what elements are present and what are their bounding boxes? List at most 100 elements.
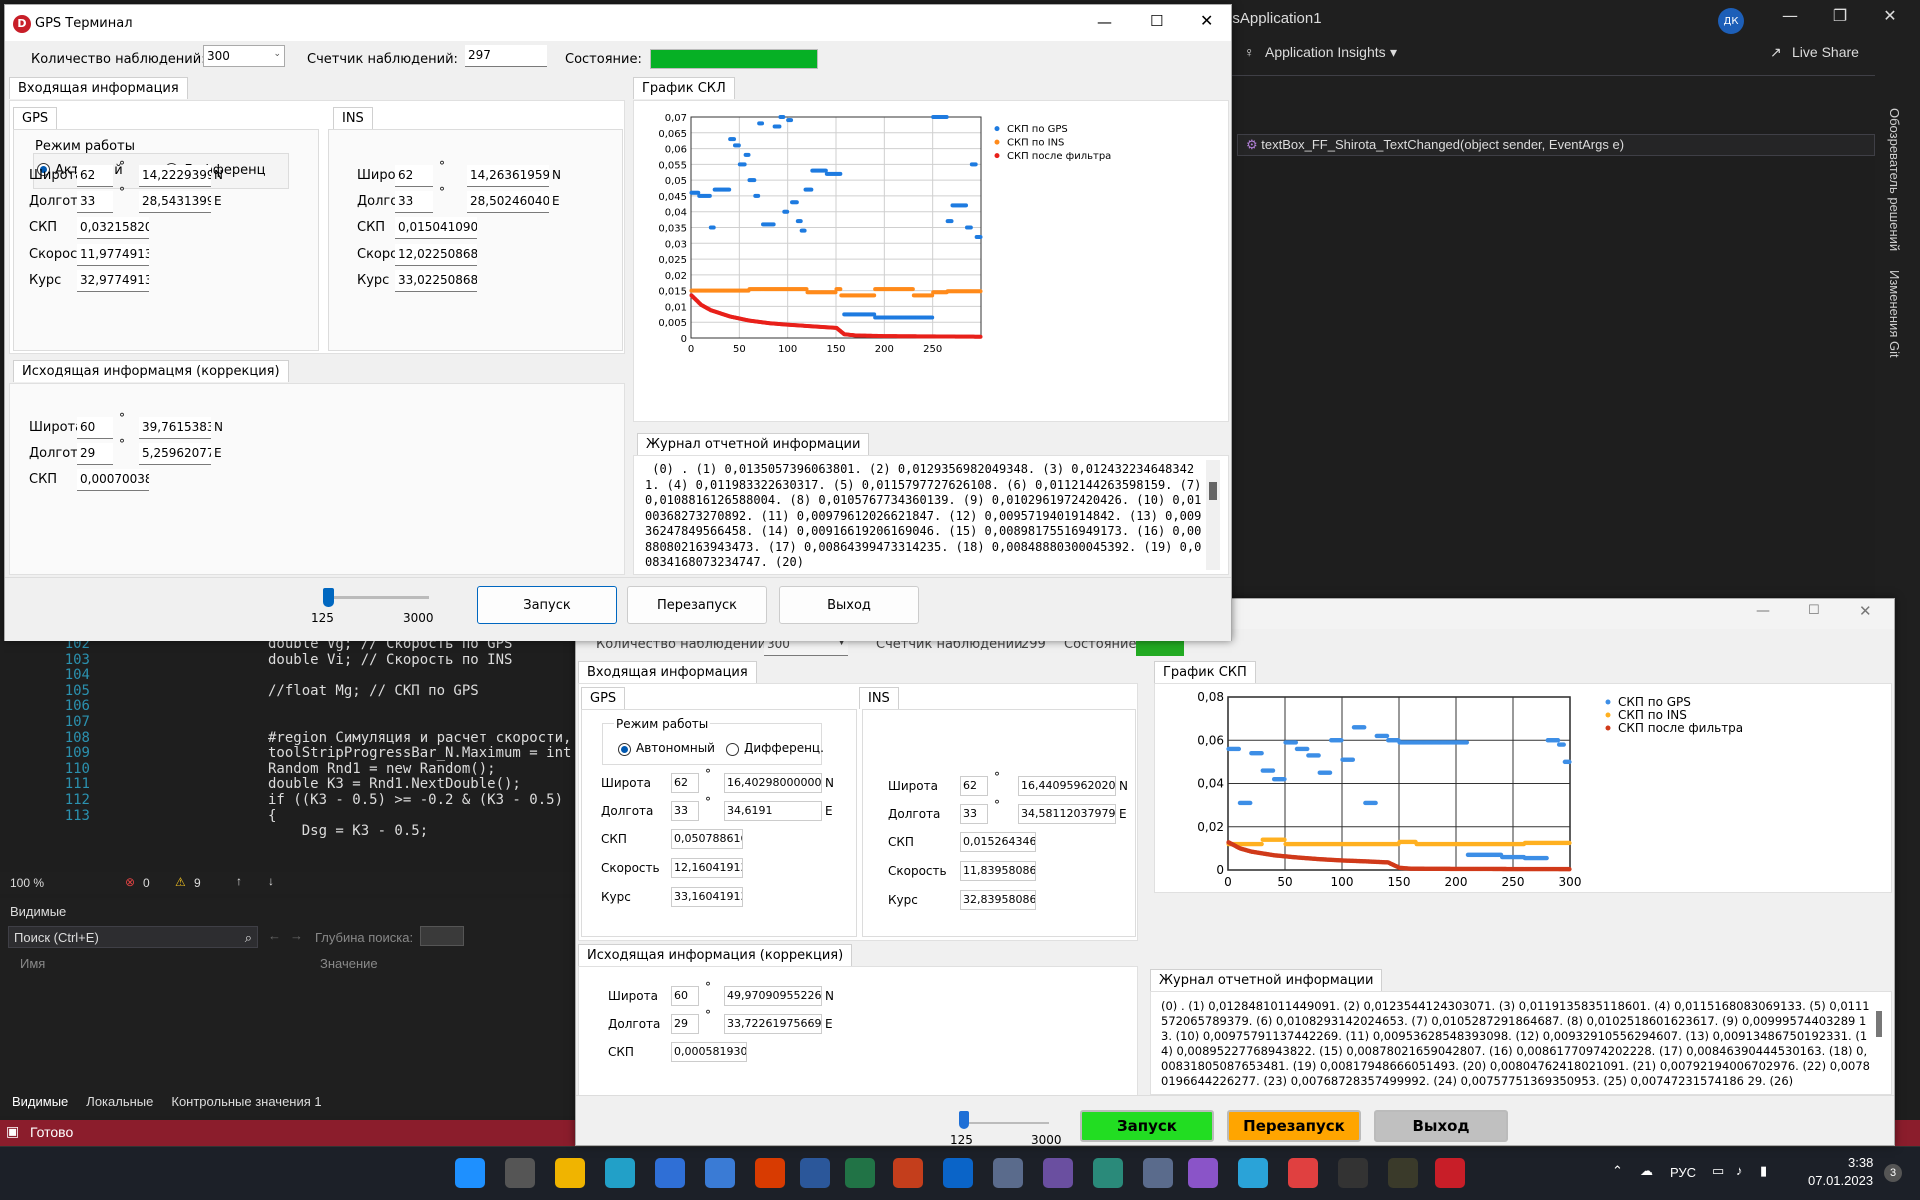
maximize-icon[interactable]: ☐ (1150, 12, 1163, 30)
minimize-icon[interactable]: — (1770, 6, 1810, 25)
code-line[interactable]: Random Rnd1 = new Random(); (268, 761, 496, 777)
app-icon-1[interactable] (993, 1158, 1023, 1188)
close-icon[interactable]: ✕ (1200, 11, 1213, 30)
start-button[interactable]: Запуск (1080, 1110, 1214, 1142)
forward-icon[interactable]: → (290, 928, 303, 943)
tab-ins[interactable]: INS (859, 687, 899, 709)
clock-date[interactable]: 07.01.2023 (1808, 1173, 1873, 1188)
warning-count[interactable]: 9 (194, 876, 201, 890)
code-line[interactable]: if ((K3 - 0.5) >= -0.2 & (K3 - 0.5) (268, 792, 563, 808)
side-tab-solution-explorer[interactable]: Обозреватель решений (1887, 108, 1902, 251)
app-icon-8[interactable] (1388, 1158, 1418, 1188)
powerpoint-icon[interactable] (893, 1158, 923, 1188)
out-lon-degrees-field[interactable]: 29 (671, 1014, 699, 1034)
ins-speed-field[interactable]: 12,022508689 (395, 244, 477, 266)
notification-badge[interactable]: 3 (1884, 1164, 1902, 1182)
paint-icon[interactable] (705, 1158, 735, 1188)
out-lon-minutes-field[interactable]: 5,2596207779 (139, 443, 211, 465)
ins-lat-degrees-field[interactable]: 62 (960, 776, 988, 796)
word-icon[interactable] (800, 1158, 830, 1188)
tab-chart[interactable]: График СКП (1154, 661, 1256, 683)
watch-search-input[interactable]: Поиск (Ctrl+E) ⌕ (8, 926, 258, 948)
out-lat-degrees-field[interactable]: 60 (77, 417, 113, 439)
code-line[interactable]: Dsg = K3 - 0.5; (268, 823, 428, 839)
search-depth-select[interactable] (420, 926, 464, 946)
start-button[interactable]: Запуск (477, 586, 617, 624)
slider-track[interactable] (959, 1122, 1049, 1124)
app-icon-6[interactable] (1288, 1158, 1318, 1188)
tab-gps[interactable]: GPS (13, 107, 58, 129)
out-skp-field[interactable]: 0,0007003806 (77, 469, 149, 491)
tab-outgoing[interactable]: Исходящая информация (коррекция) (578, 944, 853, 966)
menu-app-insights[interactable]: Application Insights (1265, 44, 1386, 60)
tab-visible[interactable]: Видимые (12, 1094, 68, 1112)
gps-lon-degrees-field[interactable]: 33 (77, 191, 113, 213)
obs-count-select[interactable]: 300 ⌄ (203, 45, 285, 67)
tray-up-icon[interactable]: ⌃ (1612, 1163, 1623, 1179)
app-icon-4[interactable] (1143, 1158, 1173, 1188)
ins-lat-minutes-field[interactable]: 14,263619593 (467, 165, 549, 187)
ins-lon-degrees-field[interactable]: 33 (395, 191, 433, 213)
code-line[interactable]: double Vi; // Скорость по INS (268, 652, 512, 668)
gps-lat-minutes-field[interactable]: 16,40298000000 (724, 773, 822, 793)
gps-lat-minutes-field[interactable]: 14,222939999 (139, 165, 211, 187)
out-lat-minutes-field[interactable]: 39,761538386 (139, 417, 211, 439)
tab-chart[interactable]: График СКЛ (633, 77, 735, 99)
code-line[interactable]: #region Симуляция и расчет скорости, (268, 730, 571, 746)
slider-track[interactable] (323, 596, 429, 599)
tab-log[interactable]: Журнал отчетной информации (1150, 969, 1383, 991)
error-count[interactable]: 0 (143, 876, 150, 890)
gps-app-icon[interactable] (1435, 1158, 1465, 1188)
gps-lat-degrees-field[interactable]: 62 (77, 165, 113, 187)
app-icon-7[interactable] (1338, 1158, 1368, 1188)
ins-speed-field[interactable]: 11,83958086 (960, 861, 1036, 881)
volume-icon[interactable]: ♪ (1736, 1163, 1743, 1178)
gps-course-field[interactable]: 33,16041913 (671, 887, 743, 907)
edge-icon[interactable] (605, 1158, 635, 1188)
menu-live-share[interactable]: Live Share (1792, 44, 1859, 60)
side-tab-git-changes[interactable]: Изменения Git (1887, 270, 1902, 358)
code-line[interactable]: { (268, 808, 276, 824)
mode-diff-radio[interactable] (726, 743, 739, 756)
close-icon[interactable]: ✕ (1870, 6, 1910, 25)
ins-lat-minutes-field[interactable]: 16,44095962020 (1018, 776, 1116, 796)
tab-watch1[interactable]: Контрольные значения 1 (171, 1094, 321, 1112)
arrow-up-icon[interactable]: ↑ (236, 874, 242, 888)
zoom-level[interactable]: 100 % (10, 876, 44, 890)
excel-icon[interactable] (845, 1158, 875, 1188)
out-skp-field[interactable]: 0,00058193071 (671, 1042, 747, 1062)
outlook-icon[interactable] (943, 1158, 973, 1188)
ins-lat-degrees-field[interactable]: 62 (395, 165, 433, 187)
gps-lon-degrees-field[interactable]: 33 (671, 801, 699, 821)
ins-course-field[interactable]: 32,83958086 (960, 890, 1036, 910)
office-icon[interactable] (755, 1158, 785, 1188)
close-icon[interactable]: ✕ (1859, 602, 1872, 620)
app-icon-2[interactable] (1043, 1158, 1073, 1188)
slider-thumb[interactable] (958, 1111, 969, 1129)
tab-outgoing[interactable]: Исходящая информацмя (коррекция) (13, 360, 289, 382)
ins-lon-minutes-field[interactable]: 28,502460406 (467, 191, 549, 213)
visual-studio-icon[interactable] (1188, 1158, 1218, 1188)
maximize-icon[interactable]: ☐ (1808, 603, 1820, 618)
ins-lon-degrees-field[interactable]: 33 (960, 804, 988, 824)
arrow-down-icon[interactable]: ↓ (268, 874, 274, 888)
ins-skp-field[interactable]: 0,0150410903 (395, 217, 477, 239)
tab-log[interactable]: Журнал отчетной информации (637, 433, 870, 455)
out-lat-degrees-field[interactable]: 60 (671, 986, 699, 1006)
ins-lon-minutes-field[interactable]: 34,58112037979 (1018, 804, 1116, 824)
app-icon-5[interactable] (1238, 1158, 1268, 1188)
app-icon-3[interactable] (1093, 1158, 1123, 1188)
tab-incoming[interactable]: Входящая информация (9, 77, 188, 99)
minimize-icon[interactable]: — (1097, 13, 1112, 31)
gps-lon-minutes-field[interactable]: 34,6191 (724, 801, 822, 821)
file-explorer-icon[interactable] (555, 1158, 585, 1188)
exit-button[interactable]: Выход (1374, 1110, 1508, 1142)
back-icon[interactable]: ← (268, 928, 281, 943)
restart-button[interactable]: Перезапуск (1227, 1110, 1361, 1142)
gps-speed-field[interactable]: 11,977491310 (77, 244, 149, 266)
log-scrollbar[interactable] (1206, 460, 1220, 570)
log-scrollbar[interactable] (1876, 1011, 1882, 1037)
store-icon[interactable] (655, 1158, 685, 1188)
restore-icon[interactable]: ❐ (1820, 6, 1860, 25)
network-icon[interactable]: ▭ (1712, 1163, 1724, 1179)
